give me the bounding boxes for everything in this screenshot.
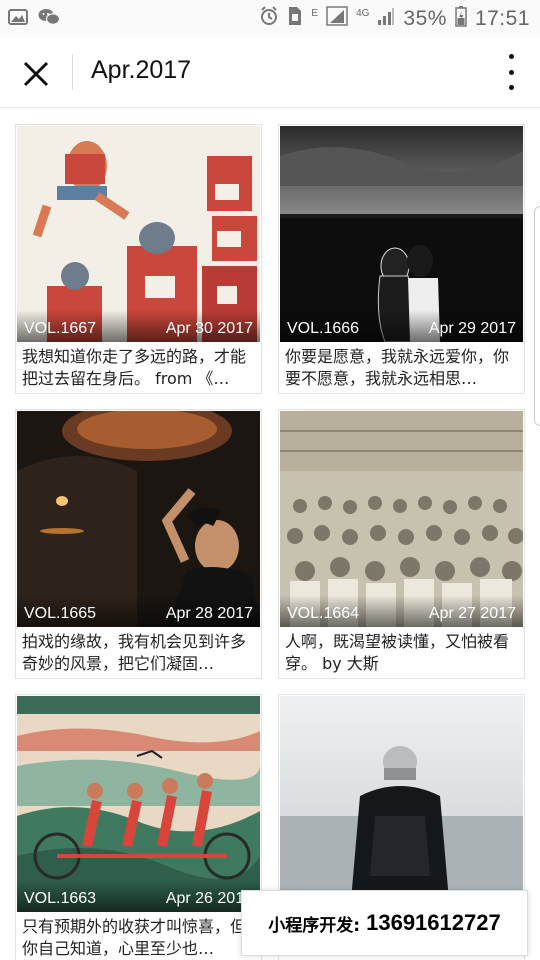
status-bar: E 4G 35% 17:51 xyxy=(0,0,540,38)
card-date: Apr 30 2017 xyxy=(165,320,253,337)
signal-icon xyxy=(326,6,348,31)
clock-time: 17:51 xyxy=(474,6,530,30)
promo-label: 小程序开发: xyxy=(268,915,361,936)
card-vol: VOL.1663 xyxy=(24,890,97,907)
card-vol: VOL.1666 xyxy=(287,320,360,337)
card-vol-1663[interactable]: VOL.1663 Apr 26 2017 只有预期外的收获才叫惊喜，但你自己知道… xyxy=(15,694,262,960)
card-vol-1664[interactable]: VOL.1664 Apr 27 2017 人啊，既渴望被读懂，又怕被看穿。 by… xyxy=(278,409,525,679)
wechat-icon xyxy=(38,8,61,30)
header-divider xyxy=(72,54,73,90)
card-quote: 我想知道你走了多远的路，才能把过去留在身后。 from 《… xyxy=(22,347,247,388)
card-quote: 你要是愿意，我就永远爱你，你要不愿意，我就永远相思… xyxy=(285,347,510,388)
card-image xyxy=(280,696,523,912)
battery-percent: 35% xyxy=(403,6,447,30)
card-caption-overlay: VOL.1663 Apr 26 2017 xyxy=(17,880,260,912)
card-vol: VOL.1665 xyxy=(24,605,97,622)
card-vol: VOL.1667 xyxy=(24,320,97,337)
close-icon xyxy=(23,61,49,87)
lte-label: 4G xyxy=(356,8,370,19)
card-image: VOL.1667 Apr 30 2017 xyxy=(17,126,260,342)
more-options-button[interactable] xyxy=(504,54,518,90)
card-vol-1666[interactable]: VOL.1666 Apr 29 2017 你要是愿意，我就永远爱你，你要不愿意，… xyxy=(278,124,525,394)
battery-icon xyxy=(455,5,467,32)
card-image: VOL.1665 Apr 28 2017 xyxy=(17,411,260,627)
card-vol-1665[interactable]: VOL.1665 Apr 28 2017 拍戏的缘故，我有机会见到许多奇妙的风景… xyxy=(15,409,262,679)
promo-banner: 小程序开发: 13691612727 xyxy=(241,890,528,956)
card-caption-overlay: VOL.1665 Apr 28 2017 xyxy=(17,595,260,627)
card-date: Apr 26 2017 xyxy=(165,890,253,907)
gallery-icon xyxy=(8,8,28,30)
card-quote: 只有预期外的收获才叫惊喜，但你自己知道，心里至少也… xyxy=(22,917,247,958)
card-caption-overlay: VOL.1667 Apr 30 2017 xyxy=(17,310,260,342)
card-caption-overlay: VOL.1666 Apr 29 2017 xyxy=(280,310,523,342)
card-quote: 拍戏的缘故，我有机会见到许多奇妙的风景，把它们凝固… xyxy=(22,632,247,673)
promo-phone-number: 13691612727 xyxy=(366,910,501,935)
card-image: VOL.1666 Apr 29 2017 xyxy=(280,126,523,342)
app-header: Apr.2017 xyxy=(0,38,540,108)
card-date: Apr 28 2017 xyxy=(165,605,253,622)
card-caption-overlay: VOL.1664 Apr 27 2017 xyxy=(280,595,523,627)
card-vol: VOL.1664 xyxy=(287,605,360,622)
more-vertical-icon xyxy=(508,54,514,59)
page-title: Apr.2017 xyxy=(91,56,192,84)
card-image: VOL.1664 Apr 27 2017 xyxy=(280,411,523,627)
card-image: VOL.1663 Apr 26 2017 xyxy=(17,696,260,912)
card-date: Apr 27 2017 xyxy=(428,605,516,622)
card-quote: 人啊，既渴望被读懂，又怕被看穿。 by 大斯 xyxy=(285,632,510,673)
card-date: Apr 29 2017 xyxy=(428,320,516,337)
signal-bars-icon xyxy=(377,6,395,31)
sim-icon xyxy=(287,6,303,31)
alarm-icon xyxy=(259,6,279,31)
close-button[interactable] xyxy=(18,56,54,92)
network-label: E xyxy=(311,8,319,19)
card-vol-1667[interactable]: VOL.1667 Apr 30 2017 我想知道你走了多远的路，才能把过去留在… xyxy=(15,124,262,394)
scroll-edge-hint xyxy=(534,206,540,426)
